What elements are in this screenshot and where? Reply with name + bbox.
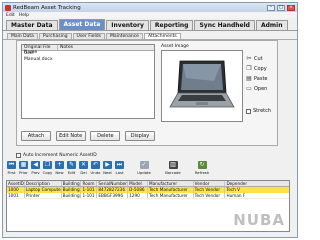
open-label: Open <box>254 85 268 92</box>
column-vendor[interactable]: Vendor <box>194 181 226 186</box>
prev-icon: ◀ <box>31 161 40 169</box>
window-title: RedBeam Asset Tracking <box>13 4 81 11</box>
attachment-file-name: User Manual.docx <box>24 51 53 62</box>
cut-button[interactable]: ✂ Cut <box>246 55 278 62</box>
del-button[interactable]: ✕ Del <box>78 161 89 175</box>
table-row[interactable]: 1001 Printer Building 1 1-101 EBBGF3996 … <box>7 193 289 199</box>
sub-tabs: Main Data Purchasing User Fields Mainten… <box>3 31 297 40</box>
copy-record-button[interactable]: ❐ Copy <box>42 161 53 175</box>
open-button[interactable]: ▭ Open <box>246 85 278 92</box>
new-button[interactable]: + New <box>54 161 65 175</box>
column-building[interactable]: Building <box>62 181 82 186</box>
attachment-list[interactable]: Original File Name Notes User Manual.doc… <box>21 44 155 119</box>
attachments-panel: Original File Name Notes User Manual.doc… <box>16 40 278 146</box>
copy-icon: ❐ <box>246 64 252 72</box>
first-button[interactable]: ⏮ First <box>6 161 17 175</box>
column-room[interactable]: Room <box>81 181 98 186</box>
copy-button[interactable]: ❐ Copy <box>246 65 278 72</box>
paste-button[interactable]: ▤ Paste <box>246 75 278 82</box>
image-actions: ✂ Cut ❐ Copy ▤ Paste ▭ Open <box>246 55 278 92</box>
barcode-button[interactable]: ▥ Barcode <box>159 161 187 175</box>
auto-increment-label: Auto Increment Numeric AssetID <box>23 153 97 158</box>
column-description[interactable]: Description <box>25 181 62 186</box>
stretch-option: Stretch <box>246 108 271 114</box>
main-tabs: Master Data Asset Data Inventory Reporti… <box>3 18 297 31</box>
column-notes[interactable]: Notes <box>58 45 154 50</box>
edit-icon: ✎ <box>67 161 76 169</box>
folder-icon: ▭ <box>246 84 252 92</box>
menu-help[interactable]: Help <box>19 13 29 18</box>
subtab-attachments[interactable]: Attachments <box>143 33 181 39</box>
paste-label: Paste <box>254 75 268 82</box>
tab-master-data[interactable]: Master Data <box>6 20 58 30</box>
tab-asset-data[interactable]: Asset Data <box>58 19 106 30</box>
navigation-toolbar: ⏮ First ▦ Prior ◀ Prev ❐ Copy + New ✎ Edit ✕ De… <box>6 161 290 177</box>
subtab-user-fields[interactable]: User Fields <box>72 33 105 39</box>
tab-sync-handheld[interactable]: Sync Handheld <box>194 20 255 30</box>
auto-increment-checkbox[interactable] <box>16 153 21 158</box>
stretch-label: Stretch <box>253 108 272 114</box>
app-logo-icon <box>5 4 11 11</box>
subtab-main-data[interactable]: Main Data <box>7 33 38 39</box>
column-manufacturer[interactable]: Manufacturer <box>148 181 194 186</box>
copy-label: Copy <box>254 65 267 72</box>
delete-button[interactable]: Delete <box>90 131 121 141</box>
edit-button[interactable]: ✎ Edit <box>66 161 77 175</box>
watermark: NUBA <box>233 211 285 229</box>
column-asset-id[interactable]: AssetID <box>7 181 25 186</box>
prev-button[interactable]: ◀ Prev <box>30 161 41 175</box>
subtab-maintenance[interactable]: Maintenance <box>105 33 143 39</box>
attach-button[interactable]: Attach <box>21 131 51 141</box>
new-icon: + <box>55 161 64 169</box>
last-button[interactable]: ⏭ Last <box>114 161 125 175</box>
minimize-icon[interactable]: – <box>267 4 275 11</box>
next-icon: ▶ <box>103 161 112 169</box>
delete-icon: ✕ <box>79 161 88 169</box>
copy-record-icon: ❐ <box>43 161 52 169</box>
checkmark-icon: ✓ <box>139 161 149 169</box>
attachment-buttons: Attach Edit Note Delete Display <box>21 131 155 141</box>
update-button[interactable]: ✓ Update <box>130 161 158 175</box>
tab-admin[interactable]: Admin <box>255 20 288 30</box>
edit-note-button[interactable]: Edit Note <box>55 131 86 141</box>
prior-button[interactable]: ▦ Prior <box>18 161 29 175</box>
barcode-icon: ▥ <box>168 161 178 169</box>
menu-edit[interactable]: Edit <box>6 13 15 18</box>
last-icon: ⏭ <box>115 161 124 169</box>
column-original-file-name[interactable]: Original File Name <box>22 45 58 55</box>
auto-increment-option: Auto Increment Numeric AssetID <box>16 153 97 158</box>
title-bar: RedBeam Asset Tracking – □ × <box>3 3 297 12</box>
asset-grid[interactable]: AssetID Description Building Room Serial… <box>6 180 290 232</box>
tab-inventory[interactable]: Inventory <box>106 20 149 30</box>
column-model[interactable]: Model <box>128 181 148 186</box>
printer-icon: ▦ <box>19 161 28 169</box>
tab-reporting[interactable]: Reporting <box>149 20 194 30</box>
attachment-notes <box>58 51 154 57</box>
refresh-button[interactable]: ↻ Refresh <box>188 161 216 175</box>
stretch-checkbox[interactable] <box>246 108 251 114</box>
list-item[interactable]: User Manual.docx <box>22 51 154 62</box>
refresh-icon: ↻ <box>197 161 207 169</box>
asset-image-box <box>161 50 243 122</box>
column-serial-number[interactable]: SerialNumber <box>97 181 129 186</box>
display-button[interactable]: Display <box>124 131 155 141</box>
column-dependency[interactable]: Depender <box>225 181 289 186</box>
maximize-icon[interactable]: □ <box>277 4 285 11</box>
cut-label: Cut <box>254 55 263 62</box>
next-button[interactable]: ▶ Next <box>102 161 113 175</box>
undo-icon: ↶ <box>91 161 100 169</box>
laptop-image <box>169 60 235 108</box>
clipboard-icon: ▤ <box>246 74 252 82</box>
subtab-purchasing[interactable]: Purchasing <box>38 33 72 39</box>
close-icon[interactable]: × <box>287 4 295 11</box>
asset-image-label: Asset Image <box>161 44 189 49</box>
first-icon: ⏮ <box>7 161 16 169</box>
undo-button[interactable]: ↶ Undo <box>90 161 101 175</box>
scissors-icon: ✂ <box>246 54 252 62</box>
